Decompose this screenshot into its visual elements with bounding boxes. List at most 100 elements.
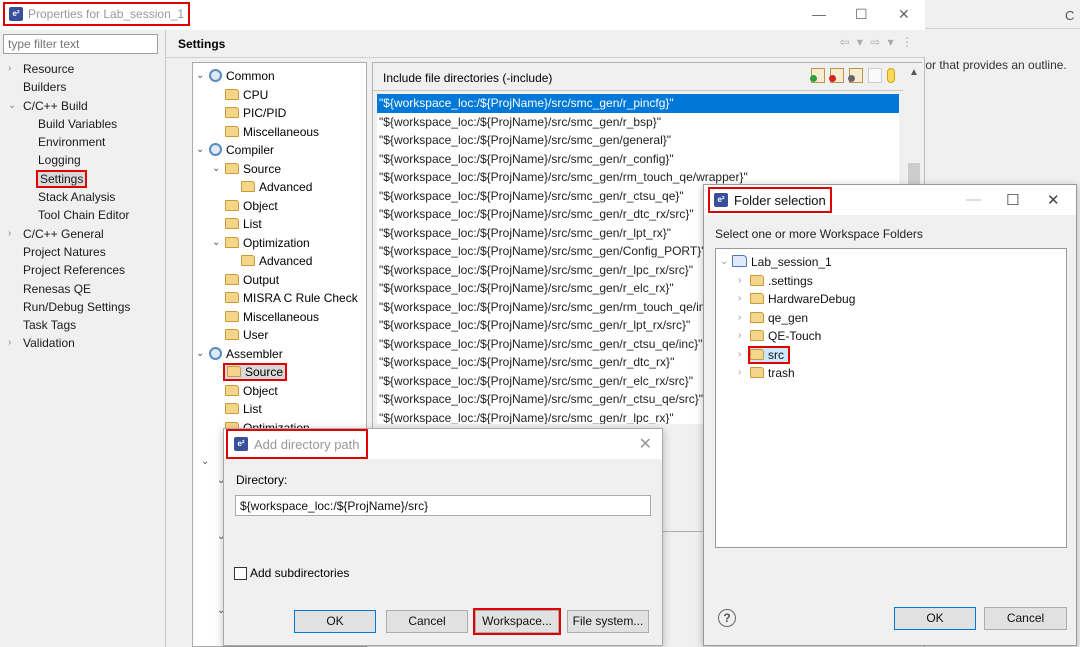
chevron-down-icon[interactable]: ⌄ — [196, 141, 204, 159]
include-directory-row[interactable]: "${workspace_loc:/${ProjName}/src/smc_ge… — [377, 131, 899, 150]
nav-item[interactable]: Project Natures — [8, 243, 158, 261]
minimize-button[interactable]: — — [966, 191, 981, 208]
chevron-right-icon[interactable]: › — [738, 290, 741, 309]
move-up-icon[interactable] — [868, 68, 882, 83]
chevron-right-icon[interactable]: › — [738, 327, 741, 346]
nav-item-label: C/C++ Build — [23, 98, 88, 113]
help-icon[interactable]: ? — [718, 609, 736, 627]
chevron-right-icon[interactable]: › — [738, 346, 741, 365]
tool-tree-item[interactable]: ⌄ Compiler — [193, 141, 366, 160]
delete-icon[interactable] — [829, 68, 844, 83]
tool-tree-item[interactable]: Miscellaneous — [193, 123, 366, 142]
tool-tree-item[interactable]: User — [193, 326, 366, 345]
folder-tree-item[interactable]: › .settings — [716, 272, 1066, 291]
folder-icon — [225, 162, 239, 174]
chevron-right-icon[interactable]: › — [738, 364, 741, 383]
app-icon: e² — [714, 193, 728, 207]
tool-tree-item-label: CPU — [243, 87, 269, 102]
nav-item[interactable]: › Validation — [8, 334, 158, 352]
include-directory-row[interactable]: "${workspace_loc:/${ProjName}/src/smc_ge… — [377, 150, 899, 169]
scroll-up-icon[interactable]: ▲ — [909, 67, 919, 78]
add-subdirectories-checkbox[interactable]: Add subdirectories — [234, 566, 349, 580]
tool-tree-item[interactable]: List — [193, 400, 366, 419]
tool-tree-item[interactable]: Output — [193, 271, 366, 290]
settings-header: Settings ⇦ ▾ ⇨ ▾ ⋮ — [166, 30, 925, 58]
ok-button[interactable]: OK — [294, 610, 376, 633]
filter-input[interactable] — [3, 34, 158, 54]
checkbox[interactable] — [234, 566, 247, 580]
folder-tree-item[interactable]: › trash — [716, 364, 1066, 383]
tool-tree-item[interactable]: List — [193, 215, 366, 234]
include-directory-row[interactable]: "${workspace_loc:/${ProjName}/src/smc_ge… — [377, 94, 899, 113]
folder-tree-item[interactable]: › QE-Touch — [716, 327, 1066, 346]
nav-item[interactable]: Tool Chain Editor — [8, 206, 158, 224]
cancel-button[interactable]: Cancel — [984, 607, 1067, 630]
edit-icon[interactable] — [848, 68, 863, 83]
close-button[interactable]: ✕ — [639, 434, 652, 454]
tool-tree-item[interactable]: PIC/PID — [193, 104, 366, 123]
chevron-down-icon[interactable]: ⌄ — [8, 97, 16, 115]
workspace-button[interactable]: Workspace... — [473, 608, 561, 635]
include-directory-row[interactable]: "${workspace_loc:/${ProjName}/src/smc_ge… — [377, 113, 899, 132]
tool-tree-item[interactable]: Source — [193, 363, 366, 382]
tool-tree-item[interactable]: MISRA C Rule Check — [193, 289, 366, 308]
window-title: e² Properties for Lab_session_1 — [2, 2, 191, 26]
close-button[interactable]: ✕ — [898, 6, 910, 23]
nav-item[interactable]: › Resource — [8, 60, 158, 78]
tool-tree-item[interactable]: Advanced — [193, 178, 366, 197]
move-down-icon[interactable] — [887, 68, 895, 83]
folder-tree-item[interactable]: › HardwareDebug — [716, 290, 1066, 309]
tool-tree-item[interactable]: Object — [193, 197, 366, 216]
ok-button[interactable]: OK — [894, 607, 976, 630]
chevron-right-icon[interactable]: › — [738, 272, 741, 291]
chevron-right-icon[interactable]: › — [8, 334, 11, 352]
maximize-button[interactable]: ☐ — [1006, 191, 1019, 209]
tool-tree-item[interactable]: ⌄ Source — [193, 160, 366, 179]
chevron-down-icon[interactable]: ⌄ — [196, 345, 204, 363]
directory-input[interactable] — [235, 495, 651, 516]
close-button[interactable]: ✕ — [1047, 191, 1060, 209]
chevron-right-icon[interactable]: › — [738, 309, 741, 328]
cancel-button[interactable]: Cancel — [386, 610, 468, 633]
nav-item[interactable]: Logging — [8, 151, 158, 169]
nav-item[interactable]: Settings — [8, 169, 158, 188]
nav-item[interactable]: › C/C++ General — [8, 225, 158, 243]
minimize-button[interactable]: — — [812, 6, 826, 22]
chevron-down-icon[interactable]: ⌄ — [196, 67, 204, 85]
tool-tree-item[interactable]: ⌄ Assembler — [193, 345, 366, 364]
nav-item[interactable]: Run/Debug Settings — [8, 298, 158, 316]
chevron-down-icon[interactable]: ⌄ — [212, 234, 220, 252]
nav-item[interactable]: Renesas QE — [8, 280, 158, 298]
folder-icon — [225, 329, 239, 340]
chevron-right-icon[interactable]: › — [8, 60, 11, 78]
app-icon: e² — [234, 437, 248, 451]
history-nav-buttons[interactable]: ⇦ ▾ ⇨ ▾ ⋮ — [840, 35, 916, 49]
folder-tree-item[interactable]: ⌄ Lab_session_1 — [716, 253, 1066, 272]
tool-tree-item[interactable]: Object — [193, 382, 366, 401]
file-system-button[interactable]: File system... — [567, 610, 649, 633]
nav-item[interactable]: Builders — [8, 78, 158, 96]
nav-item[interactable]: Task Tags — [8, 316, 158, 334]
nav-item[interactable]: Stack Analysis — [8, 188, 158, 206]
maximize-button[interactable]: ☐ — [855, 6, 868, 23]
tool-tree-item[interactable]: ⌄ Common — [193, 67, 366, 86]
add-icon[interactable] — [810, 68, 825, 83]
folder-tree-item-content: qe_gen — [750, 311, 808, 325]
chevron-down-icon[interactable]: ⌄ — [720, 253, 728, 272]
tool-tree-item[interactable]: ⌄ Optimization — [193, 234, 366, 253]
tool-tree-item[interactable]: Advanced — [193, 252, 366, 271]
nav-item[interactable]: Project References — [8, 261, 158, 279]
folder-tree-item[interactable]: › src — [716, 345, 1066, 365]
chevron-down-icon[interactable]: ⌄ — [201, 456, 209, 467]
nav-item-label: Renesas QE — [23, 281, 92, 296]
chevron-right-icon[interactable]: › — [8, 225, 11, 243]
outline-message: tor that provides an outline. — [922, 58, 1067, 72]
workspace-folder-tree[interactable]: ⌄ Lab_session_1 › .settings › HardwareDebug › q… — [715, 248, 1067, 548]
nav-item[interactable]: Environment — [8, 133, 158, 151]
tool-tree-item[interactable]: Miscellaneous — [193, 308, 366, 327]
folder-tree-item[interactable]: › qe_gen — [716, 309, 1066, 328]
nav-item[interactable]: Build Variables — [8, 115, 158, 133]
chevron-down-icon[interactable]: ⌄ — [212, 160, 220, 178]
nav-item[interactable]: ⌄ C/C++ Build — [8, 97, 158, 115]
tool-tree-item[interactable]: CPU — [193, 86, 366, 105]
